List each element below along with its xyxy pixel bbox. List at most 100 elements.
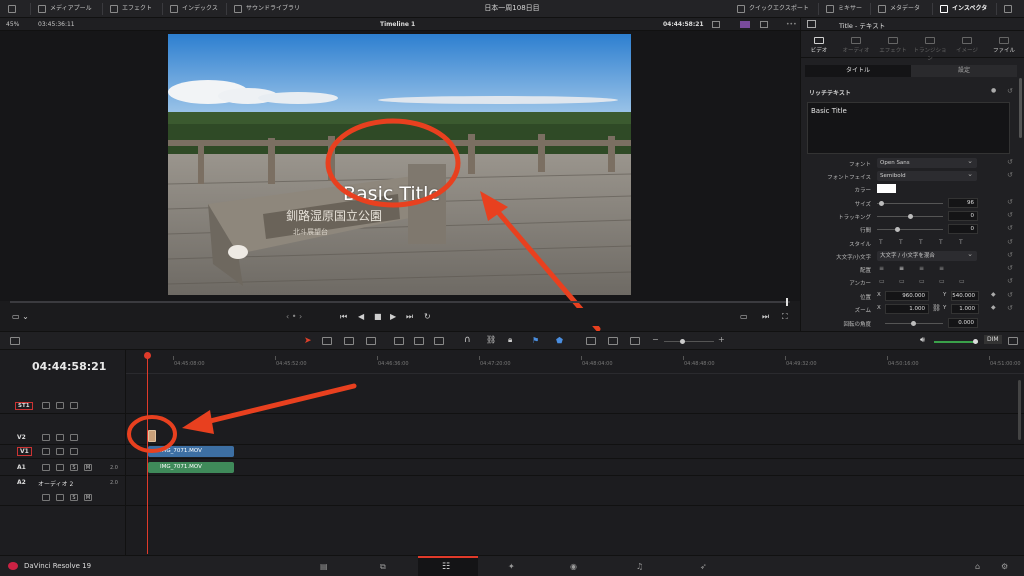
edit-page-tab[interactable]: ☷ bbox=[418, 556, 478, 576]
zoom-x-field[interactable]: 1.000 bbox=[885, 304, 929, 314]
match-frame-icon[interactable]: ▭ bbox=[740, 312, 748, 321]
align-left-icon[interactable]: ≡ bbox=[879, 265, 884, 272]
style-reset-icon[interactable]: ↺ bbox=[1007, 238, 1013, 246]
style-normal-icon[interactable]: T bbox=[879, 239, 883, 246]
go-to-end-icon[interactable]: ⏭ bbox=[406, 312, 413, 322]
align-justify-icon[interactable]: ≡ bbox=[939, 265, 944, 272]
overwrite-clip-icon[interactable] bbox=[414, 337, 424, 345]
case-dropdown[interactable]: 大文字 / 小文字を混合 bbox=[877, 249, 977, 261]
volume-slider-handle[interactable] bbox=[973, 339, 978, 344]
subtab-settings[interactable]: 設定 bbox=[911, 65, 1017, 77]
font-face-dropdown[interactable]: Semibold bbox=[877, 169, 977, 181]
keyframe-dot-icon[interactable]: ● bbox=[991, 87, 996, 94]
track-lock-icon[interactable] bbox=[42, 464, 50, 471]
track-enable-icon[interactable] bbox=[56, 434, 64, 441]
track-lock-icon[interactable] bbox=[42, 402, 50, 409]
expand-chevron-icon[interactable] bbox=[1004, 3, 1016, 15]
insert-clip-icon[interactable] bbox=[394, 337, 404, 345]
zoom-slider[interactable] bbox=[664, 339, 714, 344]
mixer-button[interactable]: ミキサー bbox=[826, 3, 862, 15]
align-center-icon[interactable]: ≡ bbox=[899, 265, 904, 272]
anchor-top-icon[interactable]: ▭ bbox=[879, 278, 885, 285]
media-page-icon[interactable]: ▤ bbox=[320, 562, 328, 571]
position-x-field[interactable]: 960.000 bbox=[885, 291, 929, 301]
stop-icon[interactable]: ■ bbox=[374, 312, 382, 321]
track-visibility-icon[interactable] bbox=[70, 448, 78, 455]
tracking-reset-icon[interactable]: ↺ bbox=[1007, 211, 1013, 219]
track-visibility-icon[interactable] bbox=[70, 434, 78, 441]
zoom-out-icon[interactable]: − bbox=[652, 335, 659, 344]
rotation-field[interactable]: 0.000 bbox=[948, 318, 978, 328]
tab-audio[interactable]: オーディオ bbox=[838, 37, 874, 54]
anchor-bottom-icon[interactable]: ▭ bbox=[919, 278, 925, 285]
full-extent-zoom-icon[interactable] bbox=[630, 337, 640, 345]
track-lock-icon[interactable] bbox=[42, 434, 50, 441]
color-tag-icon[interactable] bbox=[740, 21, 750, 28]
zoom-keyframe-icon[interactable]: ◆ bbox=[991, 304, 996, 311]
scrubber-handle[interactable] bbox=[786, 298, 788, 306]
track-lock-icon[interactable] bbox=[42, 494, 50, 501]
size-field[interactable]: 96 bbox=[948, 198, 978, 208]
flag-icon[interactable]: ⚑ bbox=[532, 336, 539, 345]
solo-button[interactable]: S bbox=[70, 464, 78, 471]
loop-icon[interactable]: ↻ bbox=[424, 312, 431, 321]
font-face-reset-icon[interactable]: ↺ bbox=[1007, 171, 1013, 179]
track-enable-icon[interactable] bbox=[56, 448, 64, 455]
timeline-name[interactable]: Timeline 1 bbox=[380, 21, 415, 28]
marker-icon[interactable]: ⬟ bbox=[556, 336, 563, 345]
tab-image[interactable]: イメージ bbox=[949, 37, 985, 54]
track-lock-icon[interactable] bbox=[42, 448, 50, 455]
jog-control[interactable]: ‹ • › bbox=[286, 312, 302, 321]
track-enable-icon[interactable] bbox=[56, 402, 64, 409]
metadata-button[interactable]: メタデータ bbox=[878, 3, 920, 15]
go-to-start-icon[interactable]: ⏮ bbox=[340, 312, 347, 322]
font-dropdown[interactable]: Open Sans bbox=[877, 156, 977, 168]
color-page-icon[interactable]: ◉ bbox=[570, 562, 577, 571]
replace-clip-icon[interactable] bbox=[434, 337, 444, 345]
position-keyframe-icon[interactable]: ◆ bbox=[991, 291, 996, 298]
size-slider[interactable] bbox=[877, 201, 943, 206]
align-reset-icon[interactable]: ↺ bbox=[1007, 264, 1013, 272]
zoom-in-icon[interactable]: + bbox=[718, 335, 725, 344]
subtab-title[interactable]: タイトル bbox=[805, 65, 911, 77]
tracking-field[interactable]: 0 bbox=[948, 211, 978, 221]
dynamic-trim-icon[interactable] bbox=[344, 337, 354, 345]
position-lock-icon[interactable]: 🔒︎ bbox=[508, 335, 512, 345]
dim-button[interactable]: DIM bbox=[984, 335, 1002, 344]
timeline-ruler[interactable]: 04:45:08:00 04:45:52:00 04:46:36:00 04:4… bbox=[126, 356, 1024, 374]
timeline-view-icon[interactable] bbox=[10, 337, 20, 345]
line-spacing-slider[interactable] bbox=[877, 227, 943, 232]
position-reset-icon[interactable]: ↺ bbox=[1007, 291, 1013, 299]
align-right-icon[interactable]: ≡ bbox=[919, 265, 924, 272]
deliver-page-icon[interactable]: ➶ bbox=[700, 562, 707, 571]
timeline-scrollbar[interactable] bbox=[1018, 380, 1021, 440]
line-spacing-field[interactable]: 0 bbox=[948, 224, 978, 234]
font-reset-icon[interactable]: ↺ bbox=[1007, 158, 1013, 166]
tab-video[interactable]: ビデオ bbox=[801, 37, 837, 54]
timeline-settings-icon[interactable] bbox=[1008, 337, 1018, 345]
size-slider-handle[interactable] bbox=[878, 201, 884, 206]
audio-clip[interactable]: IMG_7071.MOV bbox=[148, 462, 234, 473]
line-spacing-slider-handle[interactable] bbox=[895, 227, 901, 232]
linked-selection-icon[interactable]: ⛓ bbox=[486, 335, 496, 344]
rotation-slider-handle[interactable] bbox=[911, 321, 916, 326]
inspector-scrollbar[interactable] bbox=[1019, 78, 1022, 138]
fairlight-page-icon[interactable]: ♫ bbox=[636, 562, 643, 571]
quick-export-button[interactable]: クイックエクスポート bbox=[737, 3, 809, 15]
style-strikethrough-icon[interactable]: T bbox=[919, 239, 923, 246]
color-swatch[interactable] bbox=[877, 184, 896, 193]
anchor-middle-icon[interactable]: ▭ bbox=[899, 278, 905, 285]
play-reverse-icon[interactable]: ◀ bbox=[358, 312, 364, 321]
custom-zoom-icon[interactable] bbox=[608, 337, 618, 345]
tab-effects[interactable]: エフェクト bbox=[875, 37, 911, 54]
next-clip-icon[interactable]: ⏭ bbox=[762, 312, 769, 322]
settings-gear-icon[interactable]: ⚙ bbox=[1001, 562, 1008, 571]
play-icon[interactable]: ▶ bbox=[390, 312, 396, 321]
position-y-field[interactable]: 540.000 bbox=[951, 291, 979, 301]
playhead-handle[interactable] bbox=[144, 352, 151, 359]
selection-tool-icon[interactable]: ➤ bbox=[304, 336, 312, 346]
fusion-page-icon[interactable]: ✦ bbox=[508, 562, 515, 571]
mute-button[interactable]: M bbox=[84, 464, 92, 471]
inspector-button[interactable]: インスペクタ bbox=[940, 3, 987, 15]
anchor-center-icon[interactable]: ▭ bbox=[959, 278, 965, 285]
